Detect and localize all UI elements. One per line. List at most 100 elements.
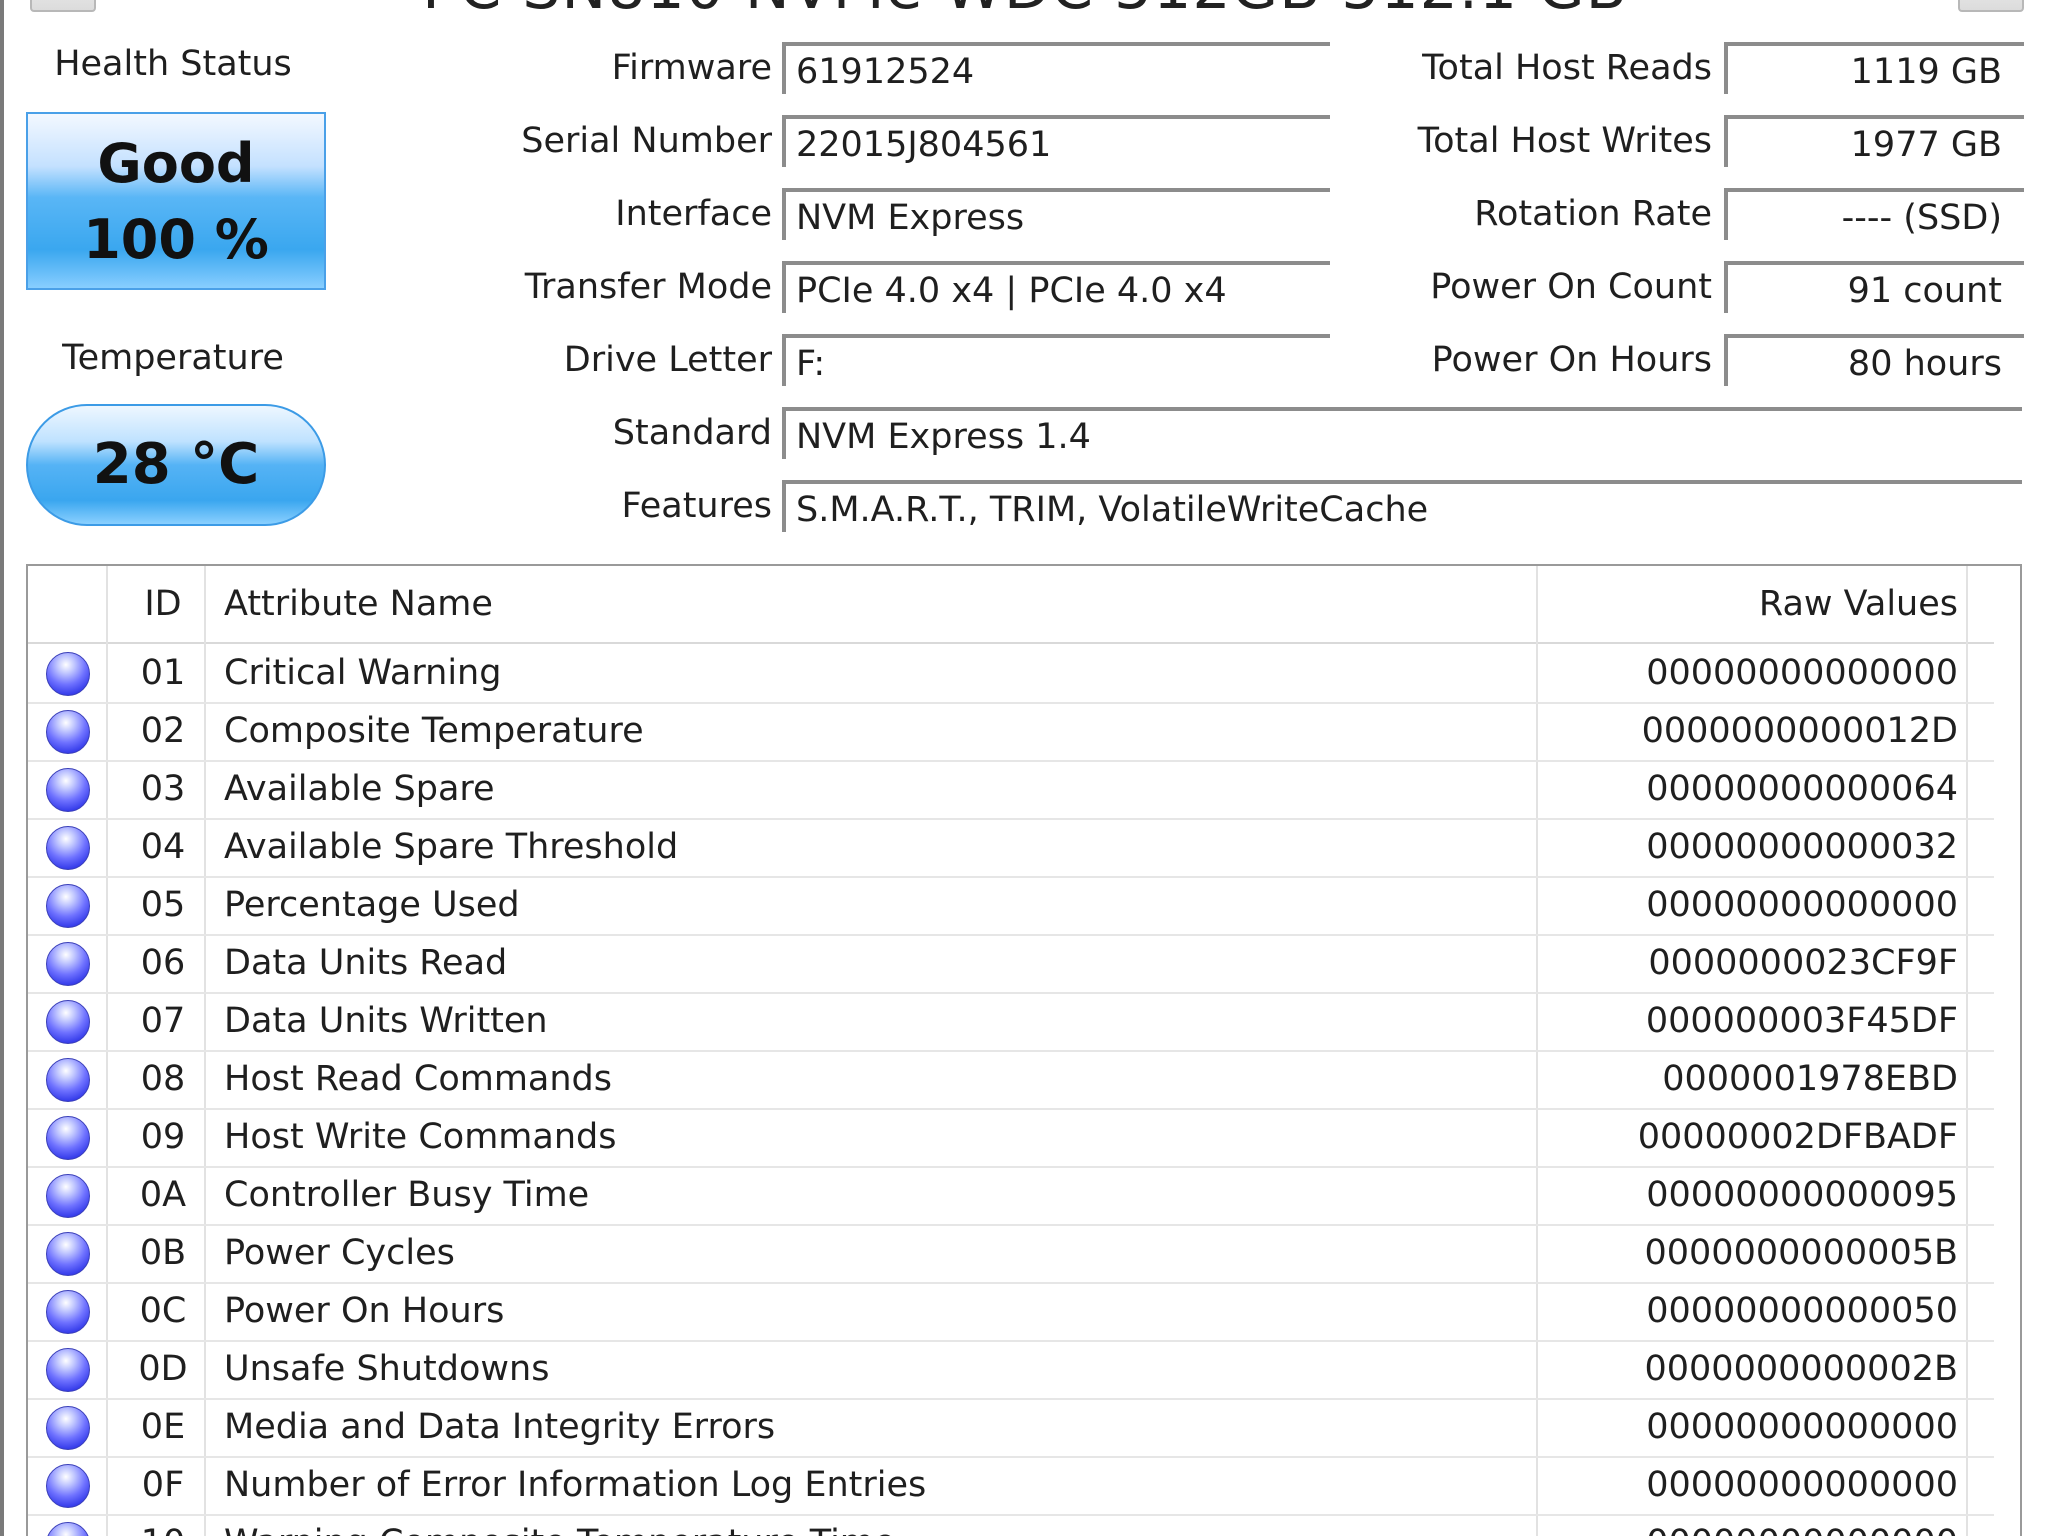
disk-model-title: PC SN810 NVMe WDC 512GB 512.1 GB (360, 0, 1690, 18)
status-good-icon (46, 1174, 90, 1218)
status-good-icon (46, 1348, 90, 1392)
temperature-label: Temperature (62, 338, 284, 378)
drive-letter-label: Drive Letter (563, 340, 772, 380)
window-left-border (0, 0, 4, 1536)
table-row[interactable]: 0D Unsafe Shutdowns 0000000000002B (28, 1340, 1994, 1400)
total-host-writes-label: Total Host Writes (1417, 121, 1712, 161)
table-header: ID Attribute Name Raw Values (28, 566, 1994, 644)
status-good-icon (46, 1232, 90, 1276)
attribute-id: 10 (118, 1514, 208, 1536)
table-row[interactable]: 02 Composite Temperature 0000000000012D (28, 702, 1994, 762)
attribute-id: 04 (140, 827, 186, 867)
attribute-id: 08 (140, 1059, 186, 1099)
table-row[interactable]: 03 Available Spare 00000000000064 (28, 760, 1994, 820)
column-header-attribute-name[interactable]: Attribute Name (224, 566, 1524, 642)
attribute-name: Data Units Written (224, 1001, 548, 1041)
drive-letter-field: F: (782, 334, 1330, 386)
table-row[interactable]: 08 Host Read Commands 0000001978EBD (28, 1050, 1994, 1110)
attribute-id: 01 (140, 653, 186, 693)
attribute-raw-value: 00000000000000 (1646, 885, 1958, 925)
transfer-mode-field: PCIe 4.0 x4 | PCIe 4.0 x4 (782, 261, 1330, 313)
table-row[interactable]: 0F Number of Error Information Log Entrie… (28, 1456, 1994, 1516)
table-row[interactable]: 0E Media and Data Integrity Errors 0000000… (28, 1398, 1994, 1458)
attribute-raw-value: 0000000000002B (1644, 1349, 1959, 1389)
status-good-icon (46, 1290, 90, 1334)
attribute-raw-value: 00000000000000 (1528, 1514, 1958, 1536)
next-disk-button[interactable] (1958, 0, 2024, 12)
attribute-id: 0C (139, 1291, 187, 1331)
status-good-icon (46, 1058, 90, 1102)
attribute-id: 02 (140, 711, 186, 751)
attribute-name: Number of Error Information Log Entries (224, 1465, 927, 1505)
table-row[interactable]: 01 Critical Warning 00000000000000 (28, 644, 1994, 704)
total-host-reads-field: 1119 GB (1724, 42, 2024, 94)
attribute-name: Data Units Read (224, 943, 508, 983)
attribute-raw-value: 000000003F45DF (1645, 1001, 1958, 1041)
table-row[interactable]: 05 Percentage Used 00000000000000 (28, 876, 1994, 936)
attribute-name: Percentage Used (224, 885, 520, 925)
attribute-raw-value: 00000002DFBADF (1637, 1117, 1958, 1157)
attribute-raw-value: 00000000000050 (1646, 1291, 1958, 1331)
attribute-id: 0B (139, 1233, 187, 1273)
total-host-reads-label: Total Host Reads (1422, 48, 1712, 88)
table-row[interactable]: 06 Data Units Read 0000000023CF9F (28, 934, 1994, 994)
attribute-name: Warning Composite Temperature Time (224, 1514, 1524, 1536)
interface-field: NVM Express (782, 188, 1330, 240)
table-row[interactable]: 0A Controller Busy Time 00000000000095 (28, 1166, 1994, 1226)
status-good-icon (46, 1406, 90, 1450)
firmware-label: Firmware (611, 48, 772, 88)
attribute-raw-value: 00000000000000 (1646, 653, 1958, 693)
attribute-raw-value: 00000000000064 (1646, 769, 1958, 809)
attribute-raw-value: 0000000000012D (1641, 711, 1958, 751)
column-header-id[interactable]: ID (118, 566, 208, 642)
attribute-id: 0E (140, 1407, 186, 1447)
table-row[interactable]: 04 Available Spare Threshold 0000000000003… (28, 818, 1994, 878)
table-row[interactable]: 07 Data Units Written 000000003F45DF (28, 992, 1994, 1052)
attribute-id: 06 (140, 943, 186, 983)
status-good-icon (46, 1464, 90, 1508)
attribute-raw-value: 0000000023CF9F (1648, 943, 1958, 983)
features-label: Features (621, 486, 773, 526)
attribute-id: 03 (140, 769, 186, 809)
attribute-raw-value: 0000000000005B (1644, 1233, 1959, 1273)
status-good-icon (46, 826, 90, 870)
status-good-icon (46, 884, 90, 928)
attribute-name: Composite Temperature (224, 711, 644, 751)
standard-field: NVM Express 1.4 (782, 407, 2022, 459)
table-row[interactable]: 0C Power On Hours 00000000000050 (28, 1282, 1994, 1342)
attribute-raw-value: 00000000000000 (1646, 1465, 1958, 1505)
attribute-id: 0F (141, 1465, 185, 1505)
health-status-value: Good (97, 132, 255, 195)
features-field: S.M.A.R.T., TRIM, VolatileWriteCache (782, 480, 2022, 532)
health-status-button[interactable]: Good 100 % (26, 112, 326, 290)
attribute-name: Media and Data Integrity Errors (224, 1407, 776, 1447)
transfer-mode-label: Transfer Mode (524, 267, 772, 307)
standard-label: Standard (612, 413, 772, 453)
attribute-raw-value: 00000000000032 (1646, 827, 1958, 867)
attribute-id: 0D (138, 1349, 188, 1389)
previous-disk-button[interactable] (30, 0, 96, 12)
status-good-icon (46, 768, 90, 812)
table-row[interactable]: 10 Warning Composite Temperature Time0000… (28, 1514, 1994, 1536)
status-good-icon (46, 942, 90, 986)
attribute-name: Host Write Commands (224, 1117, 617, 1157)
serial-number-field: 22015J804561 (782, 115, 1330, 167)
attribute-raw-value: 00000000000000 (1646, 1407, 1958, 1447)
attribute-raw-value: 0000001978EBD (1662, 1059, 1958, 1099)
attribute-id: 07 (140, 1001, 186, 1041)
rotation-rate-field: ---- (SSD) (1724, 188, 2024, 240)
attribute-name: Host Read Commands (224, 1059, 613, 1099)
power-on-hours-label: Power On Hours (1431, 340, 1712, 380)
table-row[interactable]: 09 Host Write Commands 00000002DFBADF (28, 1108, 1994, 1168)
serial-number-label: Serial Number (521, 121, 772, 161)
status-good-icon (46, 1116, 90, 1160)
attribute-id: 05 (140, 885, 186, 925)
temperature-button[interactable]: 28 °C (26, 404, 326, 526)
table-row[interactable]: 0B Power Cycles 0000000000005B (28, 1224, 1994, 1284)
crystaldiskinfo-window: PC SN810 NVMe WDC 512GB 512.1 GB Health … (0, 0, 2048, 1536)
disk-title-bar: PC SN810 NVMe WDC 512GB 512.1 GB (0, 0, 2048, 18)
column-header-raw-values[interactable]: Raw Values (1528, 566, 1958, 642)
attribute-name: Power On Hours (224, 1291, 505, 1331)
smart-attributes-table[interactable]: ID Attribute Name Raw Values 01 Critical … (26, 564, 2022, 1536)
status-good-icon (46, 710, 90, 754)
